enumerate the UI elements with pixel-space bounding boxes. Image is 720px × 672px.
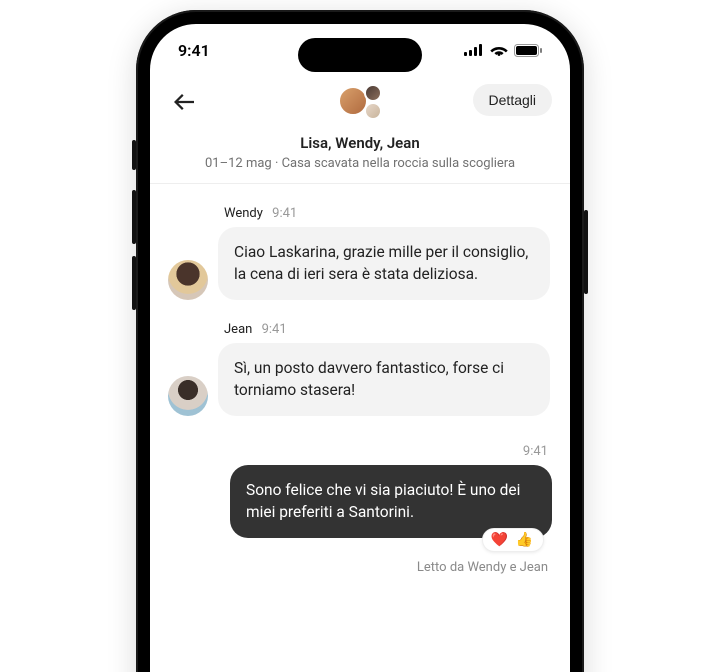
message-time: 9:41 xyxy=(262,322,287,337)
message-time: 9:41 xyxy=(272,206,297,221)
group-avatar[interactable] xyxy=(338,84,382,120)
booking-subtitle: 01–12 mag · Casa scavata nella roccia su… xyxy=(168,156,552,171)
side-button xyxy=(584,210,588,294)
wifi-icon xyxy=(490,44,508,56)
divider xyxy=(150,183,570,184)
message-time: 9:41 xyxy=(168,444,552,459)
avatar[interactable] xyxy=(168,260,208,300)
message-bubble[interactable]: Sì, un posto davvero fantastico, forse c… xyxy=(218,343,550,416)
side-button xyxy=(132,140,136,170)
message-bubble[interactable]: Ciao Laskarina, grazie mille per il cons… xyxy=(218,227,550,300)
chat-header: Dettagli xyxy=(168,82,552,122)
avatar xyxy=(364,102,382,120)
phone-frame: 9:41 xyxy=(136,10,584,672)
message-outgoing: Sono felice che vi sia piaciuto! È uno d… xyxy=(168,465,552,538)
participants-line: Lisa, Wendy, Jean xyxy=(168,134,552,152)
details-button[interactable]: Dettagli xyxy=(473,84,552,116)
dynamic-island xyxy=(298,38,422,72)
message-reactions[interactable]: ❤️ 👍 xyxy=(482,528,544,552)
side-button xyxy=(132,256,136,310)
sender-name: Jean xyxy=(224,322,252,337)
side-button xyxy=(132,190,136,244)
message-incoming: Wendy 9:41 Ciao Laskarina, grazie mille … xyxy=(168,206,552,300)
battery-icon xyxy=(514,44,542,57)
back-button[interactable] xyxy=(168,90,200,114)
screen: 9:41 xyxy=(150,24,570,672)
message-incoming: Jean 9:41 Sì, un posto davvero fantastic… xyxy=(168,322,552,416)
avatar[interactable] xyxy=(168,376,208,416)
avatar xyxy=(364,84,382,102)
read-receipt: Letto da Wendy e Jean xyxy=(168,560,552,575)
sender-name: Wendy xyxy=(224,206,263,221)
cellular-icon xyxy=(464,44,484,56)
status-time: 9:41 xyxy=(178,41,210,60)
message-bubble[interactable]: Sono felice che vi sia piaciuto! È uno d… xyxy=(230,465,552,538)
